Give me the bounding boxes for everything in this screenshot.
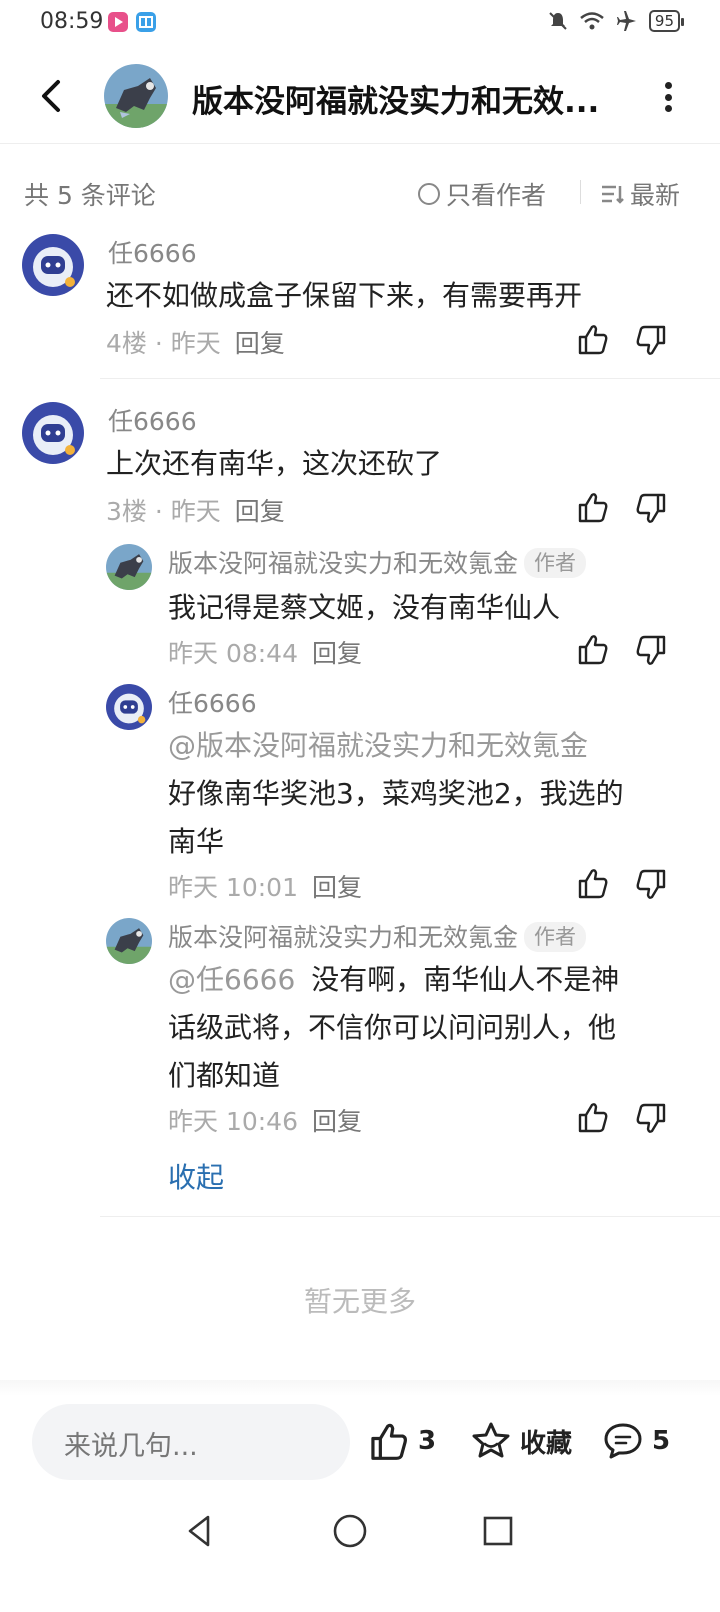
chevron-left-icon bbox=[42, 80, 60, 112]
reply-meta: 昨天 10:01 回复 bbox=[168, 868, 362, 904]
comment-username[interactable]: 任6666 bbox=[108, 234, 197, 270]
reply-time: 昨天 10:46 bbox=[168, 1107, 298, 1136]
more-dot bbox=[664, 105, 672, 112]
author-avatar[interactable] bbox=[104, 64, 168, 128]
reply-button[interactable]: 回复 bbox=[235, 329, 285, 358]
reply-meta: 昨天 10:46 回复 bbox=[168, 1102, 362, 1138]
collapse-replies-button[interactable]: 收起 bbox=[168, 1156, 224, 1196]
thumb-up-icon[interactable] bbox=[576, 322, 610, 356]
reply-username-text: 版本没阿福就没实力和无效氪金 bbox=[168, 923, 519, 952]
radio-circle-icon bbox=[418, 183, 440, 205]
thumb-up-icon[interactable] bbox=[576, 490, 610, 524]
favorite-label: 收藏 bbox=[520, 1428, 573, 1459]
sort-label: 最新 bbox=[630, 181, 681, 210]
mute-bell-icon bbox=[549, 12, 567, 30]
video-app-icon bbox=[108, 12, 128, 32]
comment-input[interactable]: 来说几句... bbox=[32, 1404, 350, 1480]
post-title: 版本没阿福就没实力和无效... bbox=[192, 84, 600, 120]
more-dot bbox=[664, 93, 672, 101]
nav-home-icon[interactable] bbox=[332, 1513, 368, 1549]
reply-text-line: 南华 bbox=[168, 825, 225, 858]
comment-username[interactable]: 任6666 bbox=[108, 402, 197, 438]
header-divider bbox=[0, 143, 720, 144]
thumb-up-icon[interactable] bbox=[576, 866, 610, 900]
more-button[interactable] bbox=[656, 82, 680, 112]
comments-button[interactable]: 5 bbox=[602, 1420, 670, 1462]
comment-bubble-icon bbox=[604, 1423, 642, 1459]
airplane-icon bbox=[616, 11, 636, 31]
reply-text-line: 话级武将，不信你可以问问别人，他 bbox=[168, 1011, 617, 1044]
reply-button[interactable]: 回复 bbox=[235, 497, 285, 526]
avatar[interactable] bbox=[106, 544, 152, 590]
avatar[interactable] bbox=[106, 684, 152, 730]
comment-meta: 4楼 · 昨天 回复 bbox=[106, 324, 285, 360]
thumb-up-icon[interactable] bbox=[576, 632, 610, 666]
status-icons: 95 bbox=[547, 10, 685, 32]
avatar[interactable] bbox=[106, 918, 152, 964]
mention-link[interactable]: @版本没阿福就没实力和无效氪金 bbox=[168, 722, 624, 770]
back-button[interactable] bbox=[34, 76, 70, 116]
reply-time: 昨天 08:44 bbox=[168, 639, 298, 668]
nav-recents-icon[interactable] bbox=[480, 1513, 516, 1549]
comments-count: 5 bbox=[652, 1426, 671, 1456]
comment-divider bbox=[100, 378, 720, 379]
like-button[interactable]: 3 bbox=[368, 1420, 436, 1462]
reply-username[interactable]: 任6666 bbox=[168, 684, 257, 720]
battery-icon: 95 bbox=[648, 10, 685, 32]
thumb-down-icon[interactable] bbox=[634, 1102, 668, 1136]
thumb-down-icon[interactable] bbox=[634, 868, 668, 902]
mention-link[interactable]: @任6666 bbox=[168, 963, 295, 996]
favorite-button[interactable]: 收藏 bbox=[470, 1420, 572, 1462]
reply-button[interactable]: 回复 bbox=[312, 639, 362, 668]
more-vertical-icon bbox=[664, 82, 672, 89]
filter-divider bbox=[580, 180, 581, 204]
thumb-up-icon bbox=[371, 1423, 407, 1460]
comment-divider bbox=[100, 1216, 720, 1217]
avatar[interactable] bbox=[22, 402, 84, 464]
thumb-down-icon[interactable] bbox=[634, 634, 668, 668]
comment-floor: 3楼 · 昨天 bbox=[106, 497, 221, 526]
comment-text: 上次还有南华，这次还砍了 bbox=[106, 447, 443, 480]
reply-button[interactable]: 回复 bbox=[312, 873, 362, 902]
wifi-icon bbox=[580, 12, 604, 30]
reply-meta: 昨天 08:44 回复 bbox=[168, 634, 362, 670]
status-time: 08:59 bbox=[40, 9, 104, 34]
reply-username[interactable]: 版本没阿福就没实力和无效氪金 作者 bbox=[168, 918, 587, 954]
thumb-up-icon[interactable] bbox=[576, 1100, 610, 1134]
comment-count: 共 5 条评论 bbox=[24, 181, 156, 210]
reply-text-line: 们都知道 bbox=[168, 1059, 281, 1092]
author-only-toggle[interactable]: 只看作者 bbox=[418, 176, 546, 212]
comment-meta: 3楼 · 昨天 回复 bbox=[106, 492, 285, 528]
reply-time: 昨天 10:01 bbox=[168, 873, 298, 902]
author-tag: 作者 bbox=[524, 548, 587, 578]
avatar[interactable] bbox=[22, 234, 84, 296]
bottom-bar-shadow bbox=[0, 1380, 720, 1396]
sort-button[interactable]: 最新 bbox=[600, 176, 680, 212]
author-only-label: 只看作者 bbox=[446, 181, 547, 210]
nav-back-icon[interactable] bbox=[182, 1513, 218, 1549]
book-app-icon bbox=[136, 12, 156, 32]
reply-text-line: 好像南华奖池3，菜鸡奖池2，我选的 bbox=[168, 777, 624, 810]
star-icon bbox=[472, 1422, 510, 1458]
like-count: 3 bbox=[418, 1426, 437, 1456]
author-tag: 作者 bbox=[524, 922, 587, 952]
reply-text: @版本没阿福就没实力和无效氪金 好像南华奖池3，菜鸡奖池2，我选的 南华 bbox=[168, 722, 624, 866]
no-more-text: 暂无更多 bbox=[303, 1285, 416, 1318]
reply-text: @任6666 没有啊，南华仙人不是神 话级武将，不信你可以问问别人，他 们都知道 bbox=[168, 956, 678, 1100]
reply-username[interactable]: 版本没阿福就没实力和无效氪金 作者 bbox=[168, 544, 587, 580]
reply-text-line: 没有啊，南华仙人不是神 bbox=[311, 963, 620, 996]
reply-username-text: 版本没阿福就没实力和无效氪金 bbox=[168, 549, 519, 578]
thumb-down-icon[interactable] bbox=[634, 492, 668, 526]
sort-lines-icon bbox=[602, 185, 624, 204]
thumb-down-icon[interactable] bbox=[634, 324, 668, 358]
comment-text: 还不如做成盒子保留下来，有需要再开 bbox=[106, 279, 583, 312]
comment-floor: 4楼 · 昨天 bbox=[106, 329, 221, 358]
reply-text: 我记得是蔡文姬，没有南华仙人 bbox=[168, 591, 561, 624]
reply-button[interactable]: 回复 bbox=[312, 1107, 362, 1136]
